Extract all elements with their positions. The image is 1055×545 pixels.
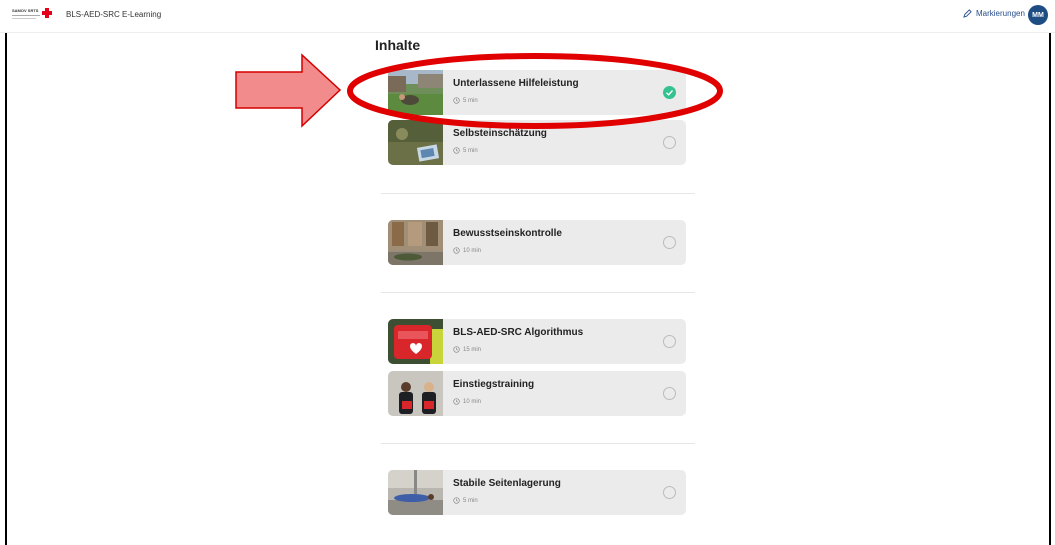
lesson-duration-text: 10 min xyxy=(463,398,482,405)
lesson-duration: 5 min xyxy=(453,497,478,504)
app-title: BLS-AED-SRC E-Learning xyxy=(66,10,162,19)
clock-icon xyxy=(453,398,460,405)
logo-text: SAMOV SRTS xyxy=(12,8,39,13)
clock-icon xyxy=(453,247,460,254)
lesson-title: BLS-AED-SRC Algorithmus xyxy=(453,327,584,338)
lesson-duration: 10 min xyxy=(453,247,481,254)
lesson-title: Selbsteinschätzung xyxy=(453,128,547,139)
lesson-thumbnail xyxy=(388,470,443,515)
logo-line xyxy=(12,15,40,16)
lesson-title: Einstiegstraining xyxy=(453,379,535,390)
lesson-duration-text: 5 min xyxy=(463,147,478,154)
lesson-duration: 5 min xyxy=(453,97,478,104)
incomplete-circle-icon xyxy=(663,136,676,149)
lesson-duration: 10 min xyxy=(453,398,481,405)
lesson-duration-text: 5 min xyxy=(463,97,478,104)
clock-icon xyxy=(453,147,460,154)
lesson-title: Bewusstseinskontrolle xyxy=(453,228,562,239)
user-avatar[interactable]: MM xyxy=(1028,5,1048,25)
lesson-card[interactable]: Selbsteinschätzung 5 min xyxy=(388,120,686,165)
lesson-card[interactable]: BLS-AED-SRC Algorithmus 15 min xyxy=(388,319,686,364)
incomplete-circle-icon xyxy=(663,335,676,348)
incomplete-circle-icon xyxy=(663,387,676,400)
clock-icon xyxy=(453,497,460,504)
red-cross-icon xyxy=(42,8,52,18)
markings-button[interactable]: Markierungen xyxy=(963,9,1025,18)
lesson-thumbnail xyxy=(388,120,443,165)
section-divider xyxy=(381,193,695,194)
pen-icon xyxy=(963,9,972,18)
completed-check-icon xyxy=(663,86,676,99)
lesson-card[interactable]: Bewusstseinskontrolle 10 min xyxy=(388,220,686,265)
lesson-thumbnail xyxy=(388,70,443,115)
clock-icon xyxy=(453,97,460,104)
lesson-card[interactable]: Einstiegstraining 10 min xyxy=(388,371,686,416)
section-title: Inhalte xyxy=(375,37,421,53)
lesson-thumbnail xyxy=(388,371,443,416)
lesson-duration-text: 10 min xyxy=(463,247,482,254)
incomplete-circle-icon xyxy=(663,236,676,249)
lesson-card[interactable]: Unterlassene Hilfeleistung 5 min xyxy=(388,70,686,115)
lesson-thumbnail xyxy=(388,319,443,364)
lesson-duration: 5 min xyxy=(453,147,478,154)
avatar-initials: MM xyxy=(1032,11,1044,19)
lesson-duration-text: 5 min xyxy=(463,497,478,504)
lesson-thumbnail xyxy=(388,220,443,265)
incomplete-circle-icon xyxy=(663,486,676,499)
top-bar: SAMOV SRTS BLS-AED-SRC E-Learning Markie… xyxy=(0,0,1055,33)
lesson-title: Unterlassene Hilfeleistung xyxy=(453,78,579,89)
lesson-card[interactable]: Stabile Seitenlagerung 5 min xyxy=(388,470,686,515)
lesson-duration-text: 15 min xyxy=(463,346,482,353)
organization-logo[interactable]: SAMOV SRTS xyxy=(12,8,52,22)
logo-line xyxy=(12,18,36,19)
section-divider xyxy=(381,443,695,444)
clock-icon xyxy=(453,346,460,353)
section-divider xyxy=(381,292,695,293)
lesson-title: Stabile Seitenlagerung xyxy=(453,478,561,489)
lesson-duration: 15 min xyxy=(453,346,481,353)
markings-label: Markierungen xyxy=(976,9,1025,18)
